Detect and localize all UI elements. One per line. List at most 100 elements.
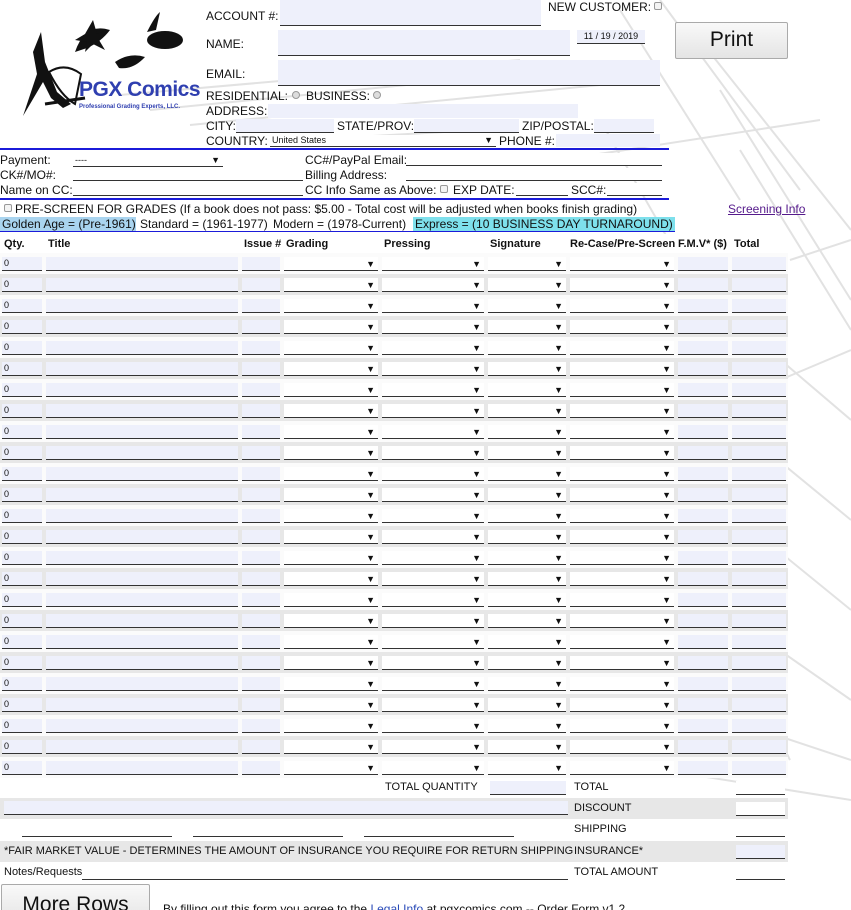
signature-select[interactable]: ▼ xyxy=(488,718,566,733)
grading-select[interactable]: ▼ xyxy=(284,634,378,649)
signature-select[interactable]: ▼ xyxy=(488,403,566,418)
payment-select[interactable]: ---- ▼ xyxy=(73,155,223,167)
recase-select[interactable]: ▼ xyxy=(570,361,674,376)
signature-select[interactable]: ▼ xyxy=(488,676,566,691)
pressing-select[interactable]: ▼ xyxy=(382,487,484,502)
grading-select[interactable]: ▼ xyxy=(284,697,378,712)
grading-select[interactable]: ▼ xyxy=(284,277,378,292)
pressing-select[interactable]: ▼ xyxy=(382,760,484,775)
grading-select[interactable]: ▼ xyxy=(284,256,378,271)
recase-select[interactable]: ▼ xyxy=(570,319,674,334)
pressing-select[interactable]: ▼ xyxy=(382,319,484,334)
recase-select[interactable]: ▼ xyxy=(570,613,674,628)
fmv-input[interactable] xyxy=(678,508,728,523)
print-button[interactable]: Print xyxy=(675,22,788,59)
pressing-select[interactable]: ▼ xyxy=(382,424,484,439)
title-input[interactable] xyxy=(46,718,238,733)
fmv-input[interactable] xyxy=(678,361,728,376)
grading-select[interactable]: ▼ xyxy=(284,571,378,586)
pressing-select[interactable]: ▼ xyxy=(382,697,484,712)
grading-select[interactable]: ▼ xyxy=(284,739,378,754)
pressing-select[interactable]: ▼ xyxy=(382,403,484,418)
grading-select[interactable]: ▼ xyxy=(284,361,378,376)
issue-input[interactable] xyxy=(242,256,280,271)
title-input[interactable] xyxy=(46,760,238,775)
grading-select[interactable]: ▼ xyxy=(284,529,378,544)
grading-select[interactable]: ▼ xyxy=(284,319,378,334)
title-input[interactable] xyxy=(46,382,238,397)
issue-input[interactable] xyxy=(242,424,280,439)
pressing-select[interactable]: ▼ xyxy=(382,445,484,460)
fmv-input[interactable] xyxy=(678,571,728,586)
more-rows-button[interactable]: More Rows xyxy=(1,884,150,910)
issue-input[interactable] xyxy=(242,361,280,376)
qty-input[interactable]: 0 xyxy=(2,718,42,733)
issue-input[interactable] xyxy=(242,277,280,292)
pressing-select[interactable]: ▼ xyxy=(382,655,484,670)
pressing-select[interactable]: ▼ xyxy=(382,613,484,628)
issue-input[interactable] xyxy=(242,634,280,649)
issue-input[interactable] xyxy=(242,739,280,754)
exp-date-input[interactable] xyxy=(516,183,568,196)
qty-input[interactable]: 0 xyxy=(2,760,42,775)
total-quantity-input[interactable] xyxy=(490,781,566,795)
fmv-input[interactable] xyxy=(678,634,728,649)
discount-code-input[interactable] xyxy=(4,801,568,815)
recase-select[interactable]: ▼ xyxy=(570,697,674,712)
recase-select[interactable]: ▼ xyxy=(570,529,674,544)
title-input[interactable] xyxy=(46,319,238,334)
name-input[interactable] xyxy=(278,30,570,56)
title-input[interactable] xyxy=(46,508,238,523)
fmv-input[interactable] xyxy=(678,319,728,334)
recase-select[interactable]: ▼ xyxy=(570,571,674,586)
recase-select[interactable]: ▼ xyxy=(570,760,674,775)
qty-input[interactable]: 0 xyxy=(2,403,42,418)
total-input[interactable] xyxy=(736,781,785,795)
grading-select[interactable]: ▼ xyxy=(284,382,378,397)
recase-select[interactable]: ▼ xyxy=(570,424,674,439)
signature-select[interactable]: ▼ xyxy=(488,739,566,754)
issue-input[interactable] xyxy=(242,340,280,355)
qty-input[interactable]: 0 xyxy=(2,571,42,586)
issue-input[interactable] xyxy=(242,508,280,523)
qty-input[interactable]: 0 xyxy=(2,466,42,481)
grading-select[interactable]: ▼ xyxy=(284,592,378,607)
pressing-select[interactable]: ▼ xyxy=(382,508,484,523)
fmv-input[interactable] xyxy=(678,382,728,397)
grading-select[interactable]: ▼ xyxy=(284,676,378,691)
fmv-input[interactable] xyxy=(678,613,728,628)
issue-input[interactable] xyxy=(242,571,280,586)
fmv-input[interactable] xyxy=(678,403,728,418)
recase-select[interactable]: ▼ xyxy=(570,739,674,754)
cc-email-input[interactable] xyxy=(406,153,662,166)
issue-input[interactable] xyxy=(242,592,280,607)
address-input[interactable] xyxy=(268,104,578,118)
qty-input[interactable]: 0 xyxy=(2,361,42,376)
grading-select[interactable]: ▼ xyxy=(284,424,378,439)
qty-input[interactable]: 0 xyxy=(2,697,42,712)
recase-select[interactable]: ▼ xyxy=(570,382,674,397)
issue-input[interactable] xyxy=(242,466,280,481)
title-input[interactable] xyxy=(46,613,238,628)
account-input[interactable] xyxy=(280,0,541,26)
pressing-select[interactable]: ▼ xyxy=(382,550,484,565)
pressing-select[interactable]: ▼ xyxy=(382,718,484,733)
signature-select[interactable]: ▼ xyxy=(488,424,566,439)
recase-select[interactable]: ▼ xyxy=(570,445,674,460)
signature-select[interactable]: ▼ xyxy=(488,319,566,334)
signature-select[interactable]: ▼ xyxy=(488,487,566,502)
grading-select[interactable]: ▼ xyxy=(284,508,378,523)
city-input[interactable] xyxy=(236,119,334,133)
grading-select[interactable]: ▼ xyxy=(284,718,378,733)
pressing-select[interactable]: ▼ xyxy=(382,529,484,544)
grading-select[interactable]: ▼ xyxy=(284,403,378,418)
qty-input[interactable]: 0 xyxy=(2,298,42,313)
signature-select[interactable]: ▼ xyxy=(488,613,566,628)
qty-input[interactable]: 0 xyxy=(2,340,42,355)
grading-select[interactable]: ▼ xyxy=(284,655,378,670)
fmv-input[interactable] xyxy=(678,718,728,733)
recase-select[interactable]: ▼ xyxy=(570,340,674,355)
title-input[interactable] xyxy=(46,424,238,439)
issue-input[interactable] xyxy=(242,445,280,460)
qty-input[interactable]: 0 xyxy=(2,277,42,292)
